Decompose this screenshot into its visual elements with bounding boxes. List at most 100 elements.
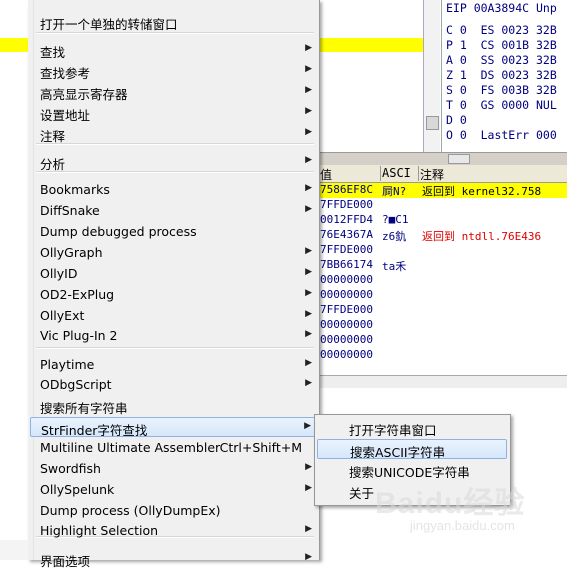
splitter-grip[interactable] [448, 154, 470, 164]
register-line: D 0 [446, 113, 467, 127]
stack-ascii: z6釚 [382, 230, 407, 243]
stack-ascii: ?■C1 [382, 213, 409, 226]
menu-item-label: OD2-ExPlug [40, 287, 115, 302]
registers-pane: EIP 00A3894C Unp C 0 ES 0023 32B P 1 CS … [441, 0, 567, 152]
scroll-thumb[interactable] [426, 116, 439, 130]
menu-item[interactable]: OllySpelunk ▶ [30, 480, 318, 500]
menu-item[interactable]: 设置地址 ▶ [30, 103, 318, 123]
menu-item[interactable]: 界面选项 ▶ [30, 549, 318, 569]
stack-hscrollbar[interactable] [318, 375, 567, 388]
menu-item-label: DiffSnake [40, 203, 100, 218]
menu-item[interactable]: Dump process (OllyDumpEx) [30, 501, 318, 521]
stack-row[interactable]: 7FFDE000 [318, 303, 567, 318]
chevron-right-icon: ▶ [305, 329, 312, 339]
chevron-right-icon: ▶ [305, 106, 312, 116]
stack-row[interactable]: 00000000 [318, 333, 567, 348]
stack-header: 值 ASCI 注释 [318, 165, 567, 183]
menu-item[interactable]: Multiline Ultimate Assembler Ctrl+Shift+M [30, 438, 318, 458]
menu-item[interactable]: 查找 ▶ [30, 40, 318, 60]
menu-item-label: 分析 [40, 157, 66, 172]
menu-item[interactable]: 高亮显示寄存器 ▶ [30, 82, 318, 102]
chevron-right-icon: ▶ [305, 204, 312, 214]
stack-value: 00000000 [320, 273, 373, 286]
menu-item[interactable]: Bookmarks ▶ [30, 180, 318, 200]
menu-item[interactable]: OllyGraph ▶ [30, 243, 318, 263]
submenu-item[interactable]: 搜索UNICODE字符串 [317, 460, 507, 480]
submenu-item-label: 搜索ASCII字符串 [350, 445, 446, 460]
submenu-item[interactable]: 搜索ASCII字符串 [317, 439, 507, 460]
menu-item[interactable]: ODbgScript ▶ [30, 375, 318, 395]
stack-comment: 返回到 ntdll.76E436 [422, 230, 542, 243]
menu-item-label: Vic Plug-In 2 [40, 328, 118, 343]
stack-value: 7FFDE000 [320, 243, 373, 256]
stack-row[interactable]: 00000000 [318, 288, 567, 303]
watermark-main: Baidu经验 [375, 487, 526, 520]
chevron-right-icon: ▶ [305, 462, 312, 472]
chevron-right-icon: ▶ [305, 309, 312, 319]
stack-row[interactable]: 00000000 [318, 318, 567, 333]
menu-item-label: 查找 [40, 45, 66, 60]
menu-item[interactable]: OllyExt ▶ [30, 306, 318, 326]
stack-row[interactable]: 00000000 [318, 273, 567, 288]
menu-separator [36, 347, 314, 349]
stack-value: 00000000 [320, 348, 373, 361]
stack-value: 7586EF8C [320, 183, 373, 196]
submenu-item[interactable]: 打开字符串窗口 [317, 418, 507, 438]
chevron-right-icon: ▶ [305, 43, 312, 53]
menu-item-label: ODbgScript [40, 377, 112, 392]
stack-comment: 返回到 kernel32.758 [422, 185, 542, 198]
menu-item-label: Dump process (OllyDumpEx) [40, 503, 221, 518]
chevron-right-icon: ▶ [305, 524, 312, 534]
menu-item-label: OllySpelunk [40, 482, 115, 497]
menu-item[interactable]: Swordfish ▶ [30, 459, 318, 479]
chevron-right-icon: ▶ [305, 288, 312, 298]
menu-item[interactable]: 搜索所有字符串 [30, 396, 318, 416]
menu-item-label: StrFinder字符查找 [41, 423, 148, 438]
menu-item[interactable]: Playtime ▶ [30, 355, 318, 375]
stack-pane: 值 ASCI 注释 7586EF8C 屙N? 返回到 kernel32.758 7FF… [318, 165, 567, 375]
stack-value: 7FFDE000 [320, 303, 373, 316]
menu-item-label: 设置地址 [40, 108, 91, 123]
menu-item[interactable]: DiffSnake ▶ [30, 201, 318, 221]
chevron-right-icon: ▶ [305, 183, 312, 193]
menu-item-label: Multiline Ultimate Assembler [40, 440, 221, 455]
header-comment[interactable]: 注释 [418, 166, 566, 182]
stack-row[interactable]: 7FFDE000 [318, 198, 567, 213]
menu-item[interactable]: OllyID ▶ [30, 264, 318, 284]
menu-item-label: OllyExt [40, 308, 85, 323]
register-line: T 0 GS 0000 NUL [446, 98, 557, 112]
register-line: C 0 ES 0023 32B [446, 23, 557, 37]
header-value[interactable]: 值 [318, 166, 381, 182]
stack-row[interactable]: 7FFDE000 [318, 243, 567, 258]
menu-item[interactable]: StrFinder字符查找 ▶ [30, 417, 318, 438]
menu-item-label: Highlight Selection [40, 523, 159, 538]
stack-row[interactable]: 00000000 [318, 348, 567, 363]
menu-item[interactable]: 打开一个单独的转储窗口 [30, 12, 318, 32]
stack-row[interactable]: 7586EF8C 屙N? 返回到 kernel32.758 [318, 183, 567, 198]
menu-item[interactable]: 注释 ▶ [30, 124, 318, 144]
pane-splitter[interactable] [318, 152, 567, 166]
baidu-watermark: Baidu经验 jingyan.baidu.com [350, 478, 560, 558]
stack-row[interactable]: 0012FFD4 ?■C1 [318, 213, 567, 228]
menu-item-label: 界面选项 [40, 554, 91, 569]
menu-item-label: Swordfish [40, 461, 101, 476]
stack-row[interactable]: 7BB66174 ta禾 [318, 258, 567, 273]
menu-item-label: 打开一个单独的转储窗口 [40, 17, 178, 32]
header-ascii[interactable]: ASCI [380, 166, 419, 181]
menu-item[interactable]: OD2-ExPlug ▶ [30, 285, 318, 305]
stack-row[interactable]: 76E4367A z6釚 返回到 ntdll.76E436 [318, 228, 567, 243]
chevron-right-icon: ▶ [305, 246, 312, 256]
disasm-scrollbar[interactable] [423, 0, 440, 152]
register-line: A 0 SS 0023 32B [446, 53, 557, 67]
menu-item[interactable]: 查找参考 ▶ [30, 61, 318, 81]
menu-item-label: Playtime [40, 357, 95, 372]
watermark-sub: jingyan.baidu.com [410, 518, 515, 533]
stack-value: 7BB66174 [320, 258, 373, 271]
menu-item[interactable]: 分析 ▶ [30, 152, 318, 172]
menu-item[interactable]: Highlight Selection ▶ [30, 521, 318, 541]
stack-value: 00000000 [320, 318, 373, 331]
menu-item[interactable]: Vic Plug-In 2 ▶ [30, 326, 318, 346]
chevron-right-icon: ▶ [304, 421, 311, 431]
menu-item-label: Bookmarks [40, 182, 110, 197]
menu-item[interactable]: Dump debugged process [30, 222, 318, 242]
